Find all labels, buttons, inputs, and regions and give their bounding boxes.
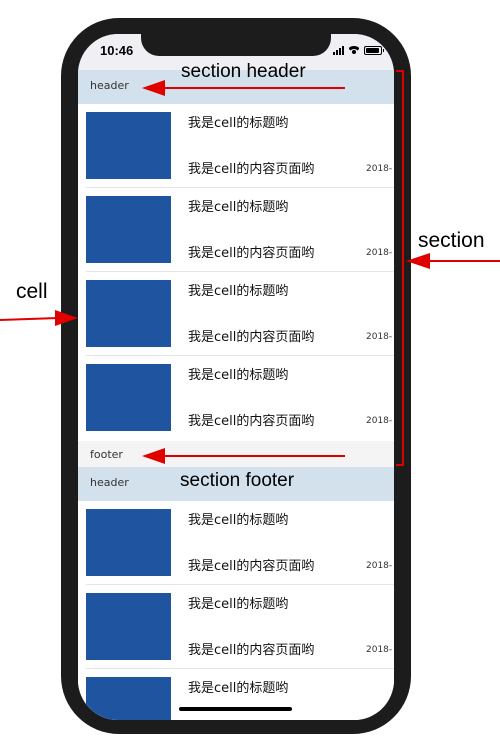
- section-footer-arrowhead: [142, 448, 165, 464]
- section-header-arrowhead: [142, 80, 165, 96]
- section-arrowhead: [406, 253, 430, 269]
- annotation-overlay: [0, 70, 500, 466]
- cell-arrowhead: [55, 310, 78, 326]
- cell-arrow-line: [0, 317, 59, 321]
- section-bracket: [396, 70, 404, 466]
